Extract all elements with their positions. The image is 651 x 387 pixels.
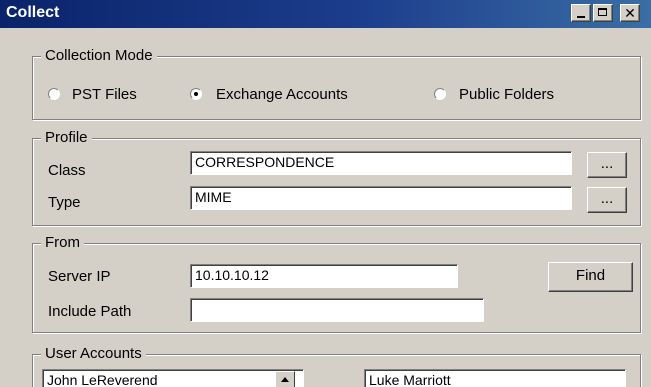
class-browse-button[interactable]: ... [587, 152, 627, 178]
profile-legend: Profile [41, 129, 92, 147]
server-ip-label: Server IP [48, 268, 111, 285]
selected-accounts-list[interactable]: Luke Marriott [364, 369, 626, 387]
maximize-button[interactable] [593, 4, 613, 22]
available-accounts-list[interactable]: John LeReverend [42, 369, 304, 387]
class-label: Class [48, 162, 86, 179]
chevron-up-icon [281, 377, 289, 382]
from-legend: From [41, 234, 84, 252]
selected-account-item[interactable]: Luke Marriott [369, 372, 451, 387]
available-list-scroll-up-button[interactable] [275, 371, 295, 387]
available-account-item[interactable]: John LeReverend [47, 372, 158, 387]
collect-window: Collect ✕ Collection Mode PST Files Exch… [0, 0, 651, 387]
type-browse-button[interactable]: ... [587, 187, 627, 213]
minimize-icon [577, 16, 585, 18]
maximize-icon [598, 8, 607, 16]
close-button[interactable]: ✕ [620, 4, 640, 22]
close-icon: ✕ [624, 6, 636, 22]
server-ip-field[interactable]: 10.10.10.12 [190, 264, 458, 288]
minimize-button[interactable] [571, 4, 591, 22]
public-folders-label[interactable]: Public Folders [459, 86, 554, 104]
title-bar[interactable]: Collect ✕ [0, 0, 651, 28]
collection-mode-legend: Collection Mode [41, 47, 157, 65]
include-path-label: Include Path [48, 303, 132, 320]
find-button[interactable]: Find [548, 262, 633, 292]
type-label: Type [48, 194, 81, 211]
radio-exchange-accounts[interactable] [190, 88, 202, 100]
exchange-accounts-label[interactable]: Exchange Accounts [216, 86, 348, 104]
window-title: Collect [6, 4, 60, 21]
radio-public-folders[interactable] [434, 88, 446, 100]
radio-pst-files[interactable] [48, 88, 60, 100]
class-field[interactable]: CORRESPONDENCE [190, 151, 572, 175]
pst-files-label[interactable]: PST Files [72, 86, 137, 104]
include-path-field[interactable] [190, 298, 484, 322]
user-accounts-legend: User Accounts [41, 345, 146, 363]
type-field[interactable]: MIME [190, 186, 572, 210]
